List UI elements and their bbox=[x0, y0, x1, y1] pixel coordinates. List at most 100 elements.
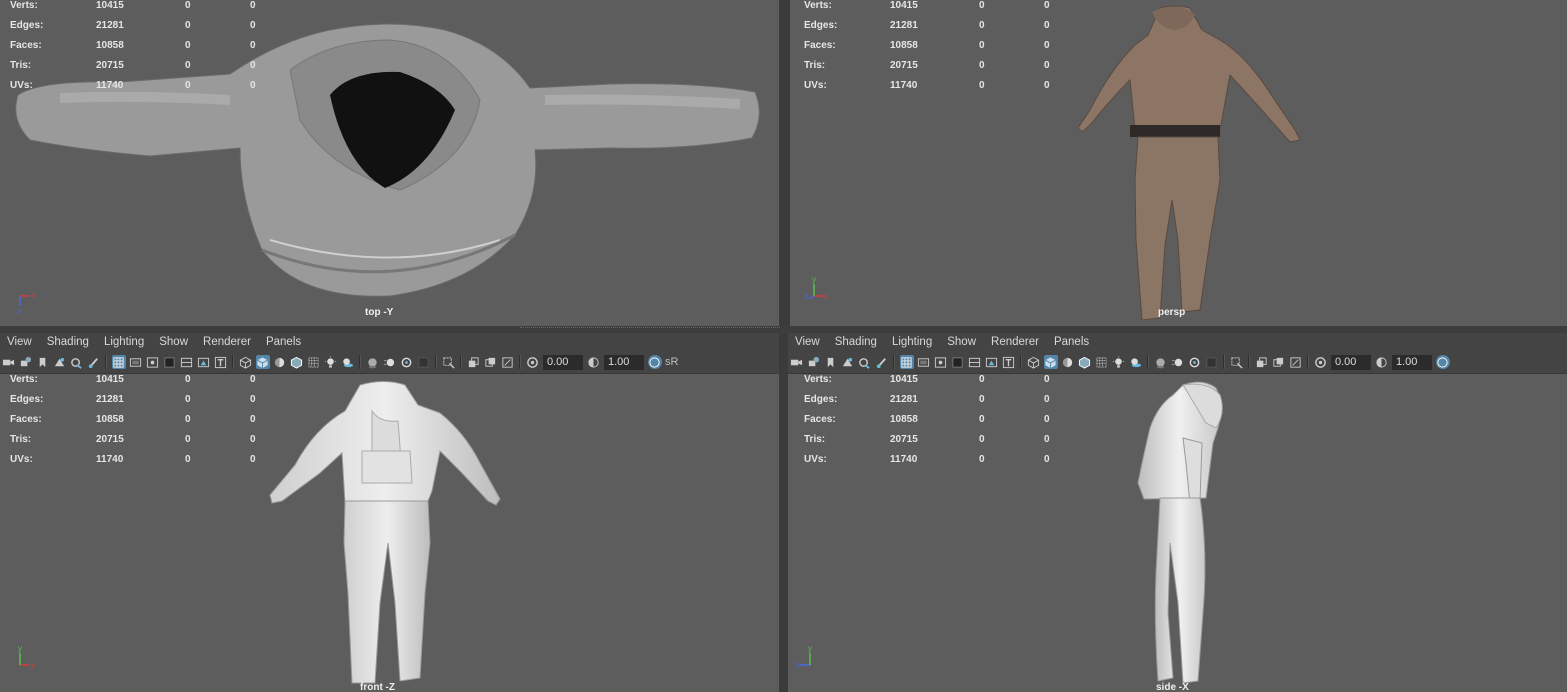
axis-x-label: x bbox=[31, 661, 35, 670]
stats-label: Edges: bbox=[804, 394, 838, 405]
stats-label: Tris: bbox=[804, 60, 826, 71]
stats-value: 0 bbox=[1044, 454, 1050, 465]
stats-value: 21281 bbox=[890, 394, 918, 405]
stats-row: Tris: 20715 0 0 bbox=[804, 434, 1064, 454]
stats-value: 0 bbox=[1044, 0, 1050, 11]
stats-row: Faces: 10858 0 0 bbox=[10, 40, 270, 60]
stats-value: 0 bbox=[250, 374, 256, 385]
stats-value: 20715 bbox=[96, 434, 124, 445]
stats-value: 0 bbox=[1044, 60, 1050, 71]
poly-count-stats: Verts: 10415 0 0 Edges: 21281 0 0 Faces: 10858 0… bbox=[10, 374, 270, 474]
camera-label: persp bbox=[1158, 307, 1186, 318]
stats-value: 0 bbox=[185, 434, 191, 445]
stats-value: 0 bbox=[250, 394, 256, 405]
axis-gizmo-icon: y x bbox=[18, 645, 35, 670]
axis-gizmo-icon: y x z bbox=[804, 276, 828, 301]
viewport-divider[interactable] bbox=[779, 333, 788, 692]
stats-row: Tris: 20715 0 0 bbox=[10, 434, 270, 454]
stats-value: 0 bbox=[979, 40, 985, 51]
camera-label: side -X bbox=[1156, 682, 1189, 692]
stats-label: Faces: bbox=[10, 40, 42, 51]
stats-label: Faces: bbox=[10, 414, 42, 425]
viewport-persp[interactable]: Verts: 10415 0 0 Edges: 21281 0 0 Faces: 10858 0… bbox=[790, 0, 1567, 326]
stats-label: Verts: bbox=[804, 374, 832, 385]
axis-y-label: y bbox=[18, 645, 22, 653]
stats-label: Faces: bbox=[804, 40, 836, 51]
axis-z-label: z bbox=[17, 307, 21, 314]
stats-value: 0 bbox=[250, 434, 256, 445]
stats-value: 20715 bbox=[96, 60, 124, 71]
stats-value: 0 bbox=[185, 0, 191, 11]
stats-label: Tris: bbox=[10, 434, 32, 445]
stats-value: 20715 bbox=[890, 60, 918, 71]
viewport-front[interactable]: View Shading Lighting Show Renderer Pane… bbox=[0, 333, 779, 692]
stats-row: Verts: 10415 0 0 bbox=[10, 0, 270, 20]
stats-value: 0 bbox=[185, 454, 191, 465]
stats-value: 0 bbox=[185, 394, 191, 405]
stats-value: 0 bbox=[979, 434, 985, 445]
camera-label: front -Z bbox=[360, 682, 395, 692]
viewport-divider[interactable] bbox=[779, 0, 790, 326]
stats-value: 10415 bbox=[96, 374, 124, 385]
stats-value: 20715 bbox=[890, 434, 918, 445]
stats-row: Faces: 10858 0 0 bbox=[10, 414, 270, 434]
stats-value: 0 bbox=[185, 20, 191, 31]
stats-row: Faces: 10858 0 0 bbox=[804, 40, 1064, 60]
stats-value: 0 bbox=[250, 414, 256, 425]
stats-value: 21281 bbox=[890, 20, 918, 31]
stats-row: Tris: 20715 0 0 bbox=[804, 60, 1064, 80]
poly-count-stats: Verts: 10415 0 0 Edges: 21281 0 0 Faces: 10858 0… bbox=[804, 0, 1064, 100]
stats-value: 11740 bbox=[96, 454, 124, 465]
viewport-top[interactable]: Verts: 10415 0 0 Edges: 21281 0 0 Faces: 10858 0… bbox=[0, 0, 779, 326]
axis-z-label: z bbox=[804, 292, 808, 301]
stats-row: Verts: 10415 0 0 bbox=[10, 374, 270, 394]
stats-value: 0 bbox=[1044, 80, 1050, 91]
stats-value: 10415 bbox=[890, 374, 918, 385]
stats-value: 11740 bbox=[890, 80, 918, 91]
poly-count-stats: Verts: 10415 0 0 Edges: 21281 0 0 Faces: 10858 0… bbox=[804, 374, 1064, 474]
stats-value: 0 bbox=[979, 0, 985, 11]
stats-value: 0 bbox=[185, 40, 191, 51]
stats-row: UVs: 11740 0 0 bbox=[804, 454, 1064, 474]
stats-label: Edges: bbox=[10, 20, 44, 31]
stats-value: 0 bbox=[185, 80, 191, 91]
stats-value: 0 bbox=[979, 394, 985, 405]
stats-row: Edges: 21281 0 0 bbox=[10, 394, 270, 414]
stats-row: Tris: 20715 0 0 bbox=[10, 60, 270, 80]
stats-value: 0 bbox=[250, 20, 256, 31]
axis-x-label: x bbox=[824, 292, 828, 301]
stats-row: Edges: 21281 0 0 bbox=[804, 394, 1064, 414]
stats-value: 21281 bbox=[96, 394, 124, 405]
stats-value: 21281 bbox=[96, 20, 124, 31]
pane-resize-handle[interactable] bbox=[520, 327, 780, 331]
axis-y-label: y bbox=[812, 276, 816, 284]
stats-value: 0 bbox=[250, 454, 256, 465]
stats-value: 0 bbox=[185, 414, 191, 425]
stats-value: 10858 bbox=[96, 40, 124, 51]
camera-label: top -Y bbox=[365, 307, 394, 318]
stats-row: UVs: 11740 0 0 bbox=[10, 80, 270, 100]
stats-label: Verts: bbox=[804, 0, 832, 11]
viewport-divider[interactable] bbox=[0, 326, 1567, 333]
stats-row: Faces: 10858 0 0 bbox=[804, 414, 1064, 434]
axis-gizmo-icon: x z bbox=[17, 291, 36, 314]
stats-label: Tris: bbox=[10, 60, 32, 71]
stats-label: Edges: bbox=[804, 20, 838, 31]
viewport-side[interactable]: View Shading Lighting Show Renderer Pane… bbox=[788, 333, 1567, 692]
stats-row: UVs: 11740 0 0 bbox=[10, 454, 270, 474]
stats-value: 10415 bbox=[890, 0, 918, 11]
stats-value: 0 bbox=[185, 374, 191, 385]
stats-label: UVs: bbox=[804, 454, 827, 465]
stats-row: Edges: 21281 0 0 bbox=[10, 20, 270, 40]
stats-value: 0 bbox=[979, 374, 985, 385]
stats-value: 10858 bbox=[890, 414, 918, 425]
stats-value: 0 bbox=[1044, 374, 1050, 385]
stats-value: 10858 bbox=[96, 414, 124, 425]
stats-label: Tris: bbox=[804, 434, 826, 445]
stats-value: 0 bbox=[979, 20, 985, 31]
stats-value: 0 bbox=[979, 80, 985, 91]
axis-gizmo-icon: y z bbox=[796, 645, 812, 670]
stats-value: 0 bbox=[979, 60, 985, 71]
stats-row: Edges: 21281 0 0 bbox=[804, 20, 1064, 40]
poly-count-stats: Verts: 10415 0 0 Edges: 21281 0 0 Faces: 10858 0… bbox=[10, 0, 270, 100]
